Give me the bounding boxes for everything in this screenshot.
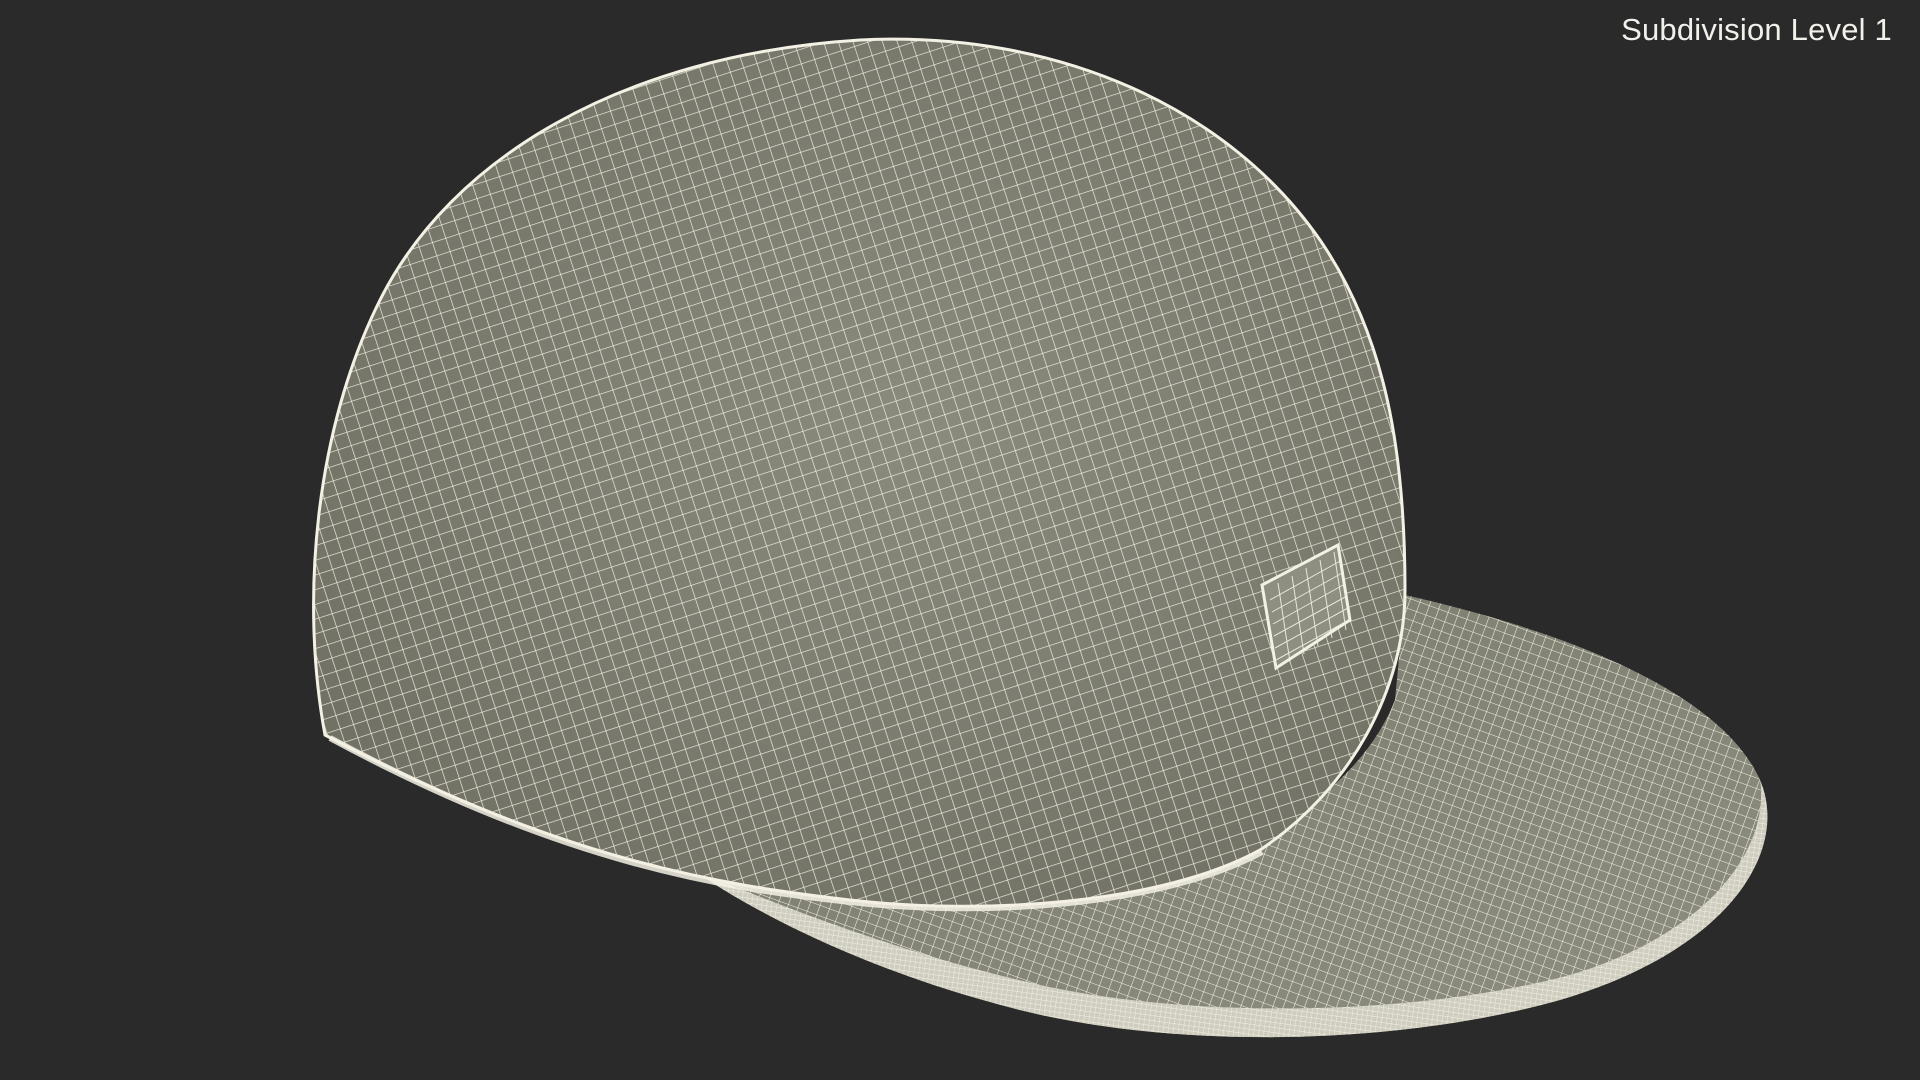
subdivision-level-label: Subdivision Level 1 bbox=[1621, 12, 1892, 47]
cap-crown bbox=[312, 37, 1407, 912]
cap-icon bbox=[312, 37, 1768, 1038]
render-viewport: Subdivision Level 1 bbox=[0, 0, 1920, 1080]
